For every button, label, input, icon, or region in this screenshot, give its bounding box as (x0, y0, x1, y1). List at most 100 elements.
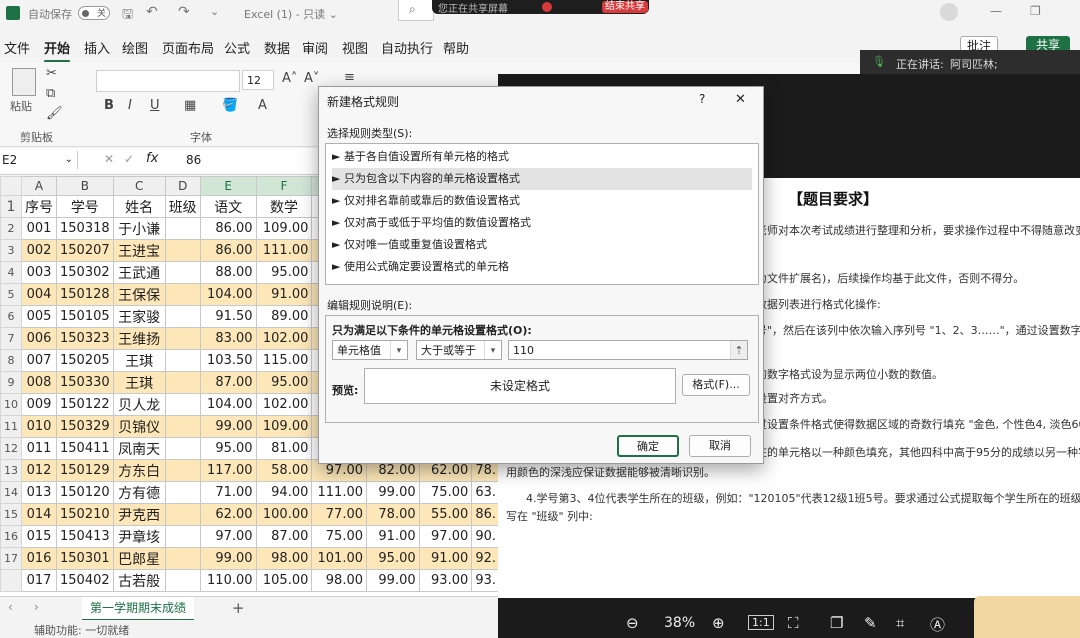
cell[interactable]: 77.00 (311, 503, 367, 526)
cell[interactable]: 89.00 (255, 305, 313, 328)
tab-automate[interactable]: 自动执行 (381, 38, 433, 57)
cell[interactable]: 100.00 (255, 503, 313, 526)
cell[interactable]: 尹章垓 (112, 525, 166, 548)
cell[interactable]: 150207 (56, 239, 114, 262)
cell[interactable]: 150329 (56, 415, 114, 438)
cell[interactable] (164, 371, 201, 394)
cell[interactable]: 87.00 (199, 371, 257, 394)
col-header-a[interactable]: A (21, 176, 57, 196)
cell[interactable]: 93.00 (418, 569, 473, 592)
cell[interactable]: 014 (21, 503, 57, 526)
cell[interactable] (164, 481, 201, 504)
cell[interactable]: 150330 (56, 371, 114, 394)
row-header[interactable]: 4 (0, 261, 22, 284)
cell[interactable] (164, 283, 201, 306)
cell[interactable]: 150413 (56, 525, 114, 548)
window-icon[interactable]: ❐ (830, 614, 843, 632)
cancel-button[interactable]: 取消 (689, 435, 751, 457)
underline-button[interactable]: U (150, 98, 160, 113)
row-header[interactable]: 8 (0, 349, 22, 372)
cell[interactable] (164, 327, 201, 350)
format-painter-icon[interactable]: 🖌 (46, 106, 63, 121)
customize-icon[interactable]: ⌄ (210, 5, 219, 18)
fill-color-icon[interactable]: 🪣 (222, 98, 238, 113)
cell[interactable]: 99.00 (199, 547, 257, 570)
cell[interactable]: 94.00 (255, 481, 313, 504)
cell[interactable]: 87.00 (255, 525, 313, 548)
row-header[interactable]: 6 (0, 305, 22, 328)
cell[interactable]: 002 (21, 239, 57, 262)
row-header[interactable]: 15 (0, 503, 22, 526)
cell[interactable]: 王维扬 (112, 327, 166, 350)
cell[interactable]: 98.00 (255, 547, 313, 570)
tab-home[interactable]: 开始 (44, 38, 71, 63)
cell[interactable]: 150318 (56, 217, 114, 240)
cell[interactable]: 95.00 (255, 371, 313, 394)
fx-button[interactable]: fx (146, 151, 158, 166)
cell[interactable]: 86. (471, 503, 500, 526)
row-header[interactable]: 5 (0, 283, 22, 306)
help-button[interactable]: ? (699, 92, 705, 106)
cell[interactable]: 109.00 (255, 217, 313, 240)
row-header[interactable]: 10 (0, 393, 22, 416)
cell[interactable]: 150205 (56, 349, 114, 372)
enter-icon[interactable]: ✓ (124, 152, 134, 166)
cell[interactable]: 104.00 (199, 393, 257, 416)
cell[interactable]: 尹克西 (112, 503, 166, 526)
condition-type-select[interactable]: 单元格值 ▾ (332, 340, 408, 360)
font-size-select[interactable]: 12 (242, 70, 274, 90)
row-header[interactable]: 16 (0, 525, 22, 548)
cell[interactable]: 91.00 (255, 283, 313, 306)
cell[interactable]: 150122 (56, 393, 114, 416)
cell[interactable]: 013 (21, 481, 57, 504)
cell[interactable]: 98.00 (311, 569, 367, 592)
format-button[interactable]: 格式(F)... (682, 374, 750, 396)
col-header-c[interactable]: C (112, 176, 166, 196)
cell[interactable] (164, 349, 201, 372)
cell[interactable]: 010 (21, 415, 57, 438)
cell[interactable]: 150411 (56, 437, 114, 460)
col-header-e[interactable]: E (199, 176, 257, 196)
cell[interactable]: 150120 (56, 481, 114, 504)
cell[interactable]: 巴郎星 (112, 547, 166, 570)
cell[interactable]: 90. (471, 525, 500, 548)
cell[interactable]: 91.50 (199, 305, 257, 328)
cell[interactable]: 016 (21, 547, 57, 570)
row-header[interactable]: 11 (0, 415, 22, 438)
rule-item[interactable]: ► 仅对排名靠前或靠后的数值设置格式 (332, 190, 752, 212)
border-icon[interactable]: ▦ (184, 98, 196, 113)
align-top-icon[interactable]: ≡ (344, 70, 355, 85)
cell[interactable] (164, 305, 201, 328)
cut-icon[interactable]: ✂ (46, 66, 57, 81)
row-header[interactable]: 14 (0, 481, 22, 504)
cell[interactable]: 92. (471, 547, 500, 570)
tab-help[interactable]: 帮助 (443, 38, 469, 57)
tab-formulas[interactable]: 公式 (224, 38, 250, 57)
sheet-prev-button[interactable]: ‹ (8, 600, 13, 614)
formula-input[interactable]: 86 (186, 153, 201, 167)
cell[interactable]: 78.00 (366, 503, 420, 526)
add-sheet-button[interactable]: + (232, 599, 245, 617)
rule-item[interactable]: ► 仅对高于或低于平均值的数值设置格式 (332, 212, 752, 234)
cell[interactable] (164, 437, 201, 460)
cell[interactable]: 99.00 (366, 569, 420, 592)
paste-icon[interactable] (12, 68, 36, 96)
cell[interactable]: 105.00 (255, 569, 313, 592)
cell[interactable]: 58.00 (255, 459, 313, 482)
cell[interactable]: 83.00 (199, 327, 257, 350)
cell[interactable]: 150210 (56, 503, 114, 526)
name-box[interactable]: E2 ⌄ (0, 151, 78, 169)
header-cell[interactable]: 姓名 (112, 195, 166, 218)
cell[interactable]: 110.00 (199, 569, 257, 592)
cell[interactable]: 111.00 (255, 239, 313, 262)
cell[interactable] (164, 503, 201, 526)
row-header[interactable] (0, 569, 22, 592)
row-header[interactable]: 9 (0, 371, 22, 394)
rule-item[interactable]: ► 基于各自值设置所有单元格的格式 (332, 146, 752, 168)
cell[interactable]: 方有德 (112, 481, 166, 504)
restore-icon[interactable]: ❐ (1030, 4, 1041, 18)
search-box[interactable]: ⌕ (398, 0, 434, 21)
cell[interactable]: 93. (471, 569, 500, 592)
cancel-icon[interactable]: ✕ (104, 152, 114, 166)
cell[interactable] (164, 459, 201, 482)
